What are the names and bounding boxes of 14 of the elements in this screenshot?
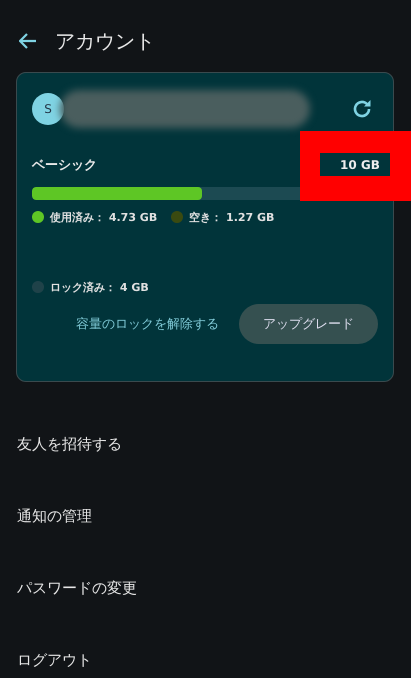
legend-label: 空き： 1.27 GB — [189, 210, 274, 224]
capacity-label: 10 GB — [320, 153, 390, 176]
avatar: S — [32, 93, 64, 125]
menu-item[interactable]: 通知の管理 — [0, 480, 411, 552]
menu-item[interactable]: パスワードの変更 — [0, 552, 411, 624]
legend-label: 使用済み： 4.73 GB — [50, 210, 158, 224]
legend-label: ロック済み： 4 GB — [50, 280, 149, 294]
menu-item[interactable]: 友人を招待する — [0, 408, 411, 480]
page-title: アカウント — [55, 28, 155, 54]
plan-name: ベーシック — [32, 157, 97, 174]
menu-item[interactable]: ログアウト — [0, 624, 411, 678]
unlock-link[interactable]: 容量のロックを解除する — [76, 315, 219, 333]
upgrade-button[interactable]: アップグレード — [239, 304, 378, 344]
back-icon[interactable] — [19, 33, 37, 49]
